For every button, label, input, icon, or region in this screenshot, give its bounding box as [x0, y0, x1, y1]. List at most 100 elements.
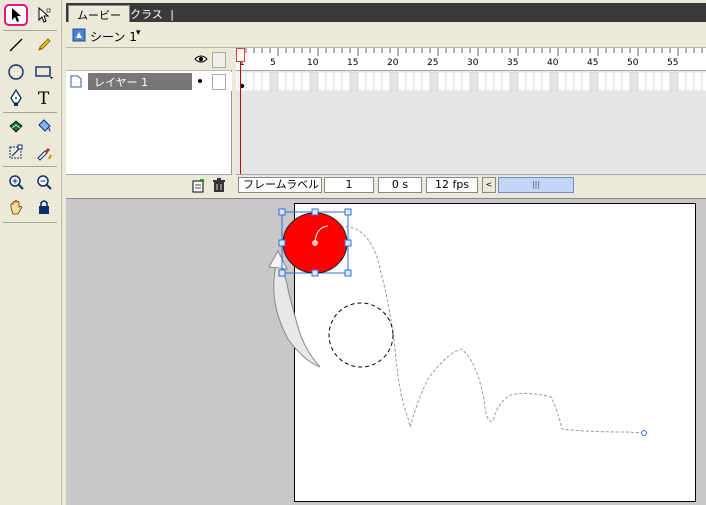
toolbox: T	[0, 0, 62, 505]
playhead[interactable]	[240, 48, 241, 174]
frame-cell	[469, 72, 479, 91]
oval-tool-icon[interactable]	[4, 61, 28, 83]
frame-cell	[541, 72, 551, 91]
scroll-left-button[interactable]: <	[482, 177, 496, 193]
frame-cell	[445, 72, 455, 91]
frame-cell	[245, 72, 255, 91]
ghost-circle[interactable]	[328, 302, 394, 368]
frame-cell	[501, 72, 511, 91]
path-end-point[interactable]	[641, 430, 647, 436]
layer-lock-toggle[interactable]	[212, 74, 226, 90]
pen-tool-icon[interactable]	[4, 87, 28, 109]
frame-cell	[477, 72, 487, 91]
ruler-label: 50	[627, 58, 639, 68]
frame-cell	[549, 72, 559, 91]
frame-rate-field[interactable]: 12 fps	[426, 177, 478, 193]
frame-cell	[421, 72, 431, 91]
frame-cell	[285, 72, 295, 91]
frame-cell	[253, 72, 263, 91]
stage-artwork	[268, 208, 647, 436]
ruler-label: 20	[387, 58, 399, 68]
frame-cell	[509, 72, 519, 91]
current-frame-field: 1	[324, 177, 374, 193]
ruler-label: 45	[587, 58, 599, 68]
frame-cell	[661, 72, 671, 91]
ruler-label: 35	[507, 58, 519, 68]
frame-cell	[397, 72, 407, 91]
free-transform-icon[interactable]	[4, 141, 28, 163]
lock-icon[interactable]	[32, 196, 56, 218]
frame-cell	[261, 72, 271, 91]
curved-arrow-tip	[268, 249, 288, 270]
tab-movie[interactable]: ムービー	[68, 5, 130, 22]
work-area[interactable]	[66, 198, 706, 505]
eye-icon[interactable]	[194, 54, 208, 67]
pencil-icon[interactable]	[32, 34, 56, 56]
ruler-label: 30	[467, 58, 479, 68]
frame-cells	[237, 72, 706, 91]
frame-cell	[685, 72, 695, 91]
lock-column-toggle[interactable]	[212, 52, 226, 68]
hand-tool-icon[interactable]	[4, 196, 28, 218]
frame-cell	[637, 72, 647, 91]
ink-bottle-icon[interactable]	[4, 116, 28, 138]
toolbox-divider	[3, 222, 57, 223]
ruler-label: 5	[270, 58, 276, 68]
eyedropper-icon[interactable]	[32, 141, 56, 163]
ruler-label: 25	[427, 58, 439, 68]
frame-cell	[669, 72, 679, 91]
frame-cell	[493, 72, 503, 91]
rectangle-tool-icon[interactable]	[32, 61, 56, 83]
toolbox-divider	[3, 166, 57, 167]
line-tool-icon[interactable]	[4, 34, 28, 56]
frame-cell	[293, 72, 303, 91]
frame-cell	[597, 72, 607, 91]
layer-visibility-dot[interactable]	[198, 79, 202, 83]
frame-ruler[interactable]: 1 5 10 15 20 25 30 35 40 45 50 55	[236, 48, 706, 71]
arrow-tool-icon[interactable]	[4, 4, 28, 26]
frame-cell	[557, 72, 567, 91]
playhead-handle[interactable]	[236, 48, 245, 62]
ruler-label: 15	[347, 58, 359, 68]
layer-row[interactable]: レイヤー 1	[66, 72, 232, 91]
frame-cell	[373, 72, 383, 91]
frame-cell	[629, 72, 639, 91]
timeline-panel: レイヤー 1 1 5 10 15 20 25 30 35 40 45 50 55…	[66, 48, 706, 196]
frame-cell	[309, 72, 319, 91]
frame-cell	[701, 72, 706, 91]
layer-name[interactable]: レイヤー 1	[88, 73, 192, 90]
tab-divider: |	[170, 8, 174, 21]
frame-cell	[693, 72, 703, 91]
chevron-down-icon[interactable]: ▾	[136, 28, 141, 38]
layer-list: レイヤー 1	[66, 48, 232, 196]
paint-bucket-icon[interactable]	[32, 116, 56, 138]
layer-frames-row[interactable]	[236, 72, 706, 91]
ruler-label: 40	[547, 58, 559, 68]
frame-cell	[653, 72, 663, 91]
frame-cell	[453, 72, 463, 91]
frame-area[interactable]: 1 5 10 15 20 25 30 35 40 45 50 55	[236, 48, 706, 174]
horizontal-scrollbar-thumb[interactable]: |||	[498, 177, 574, 193]
subselect-tool-icon[interactable]	[32, 4, 56, 26]
trash-icon[interactable]	[212, 178, 226, 196]
scene-label[interactable]: シーン 1	[90, 28, 137, 45]
layer-footer	[66, 174, 232, 196]
text-tool-icon[interactable]: T	[32, 87, 56, 109]
toolbox-divider	[3, 112, 57, 113]
tab-class[interactable]: クラス |	[122, 5, 182, 22]
frame-cell	[589, 72, 599, 91]
frame-cell	[581, 72, 591, 91]
registration-point[interactable]	[312, 240, 318, 246]
layer-page-icon	[70, 75, 82, 91]
frame-cell	[317, 72, 327, 91]
toolbox-divider	[3, 30, 57, 31]
frame-label-field[interactable]: フレームラベル	[238, 177, 322, 193]
zoom-in-icon[interactable]	[4, 171, 28, 193]
frame-cell	[645, 72, 655, 91]
motion-guide-path[interactable]	[313, 226, 645, 434]
zoom-out-icon[interactable]	[32, 171, 56, 193]
frame-cell	[525, 72, 535, 91]
frame-cell	[533, 72, 543, 91]
add-layer-icon[interactable]	[192, 178, 206, 196]
frame-cell	[621, 72, 631, 91]
